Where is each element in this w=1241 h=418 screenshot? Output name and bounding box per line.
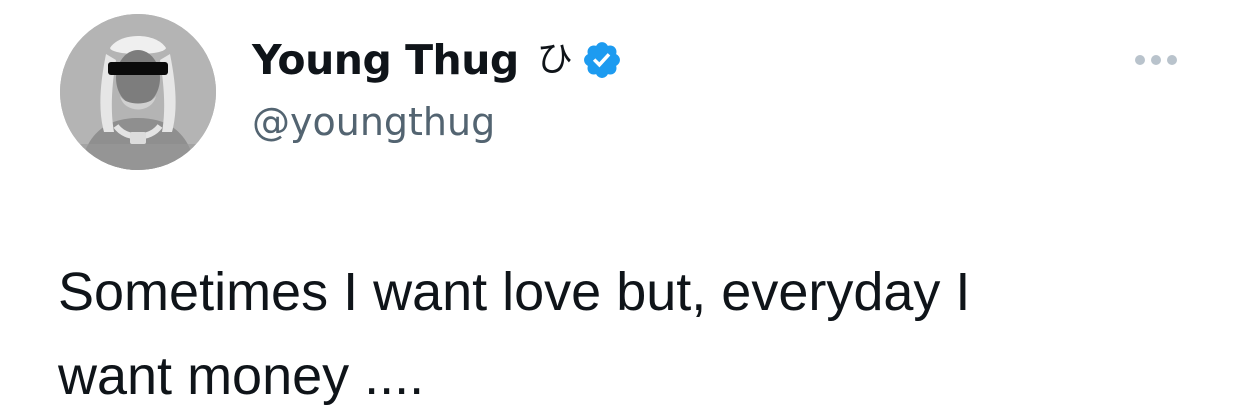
avatar[interactable] [60, 14, 216, 170]
more-options-icon [1135, 55, 1177, 65]
more-options-button[interactable] [1128, 40, 1184, 80]
name-glyph: ひ [536, 39, 573, 80]
display-name[interactable]: Young Thug [252, 32, 519, 88]
verified-badge-icon[interactable] [581, 39, 623, 81]
author-name-row: Young Thug ひ [252, 32, 623, 88]
avatar-image [60, 14, 216, 170]
author-handle[interactable]: @youngthug [252, 98, 495, 146]
tweet-text: Sometimes I want love but, everyday I wa… [58, 262, 971, 406]
tweet-card: Young Thug ひ @youngthug Sometimes I want… [0, 0, 1241, 413]
